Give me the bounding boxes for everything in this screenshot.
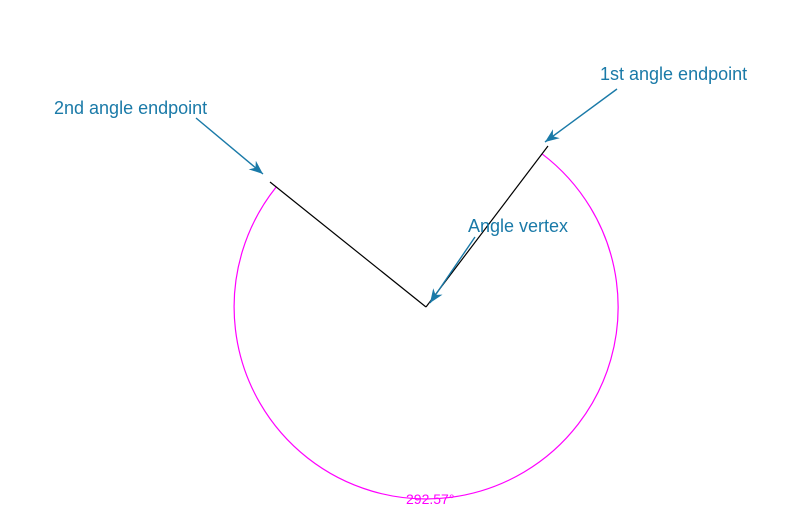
ray-to-endpoint-2 (270, 182, 426, 307)
label-first-endpoint: 1st angle endpoint (600, 64, 747, 85)
leader-vertex (430, 237, 475, 303)
label-second-endpoint: 2nd angle endpoint (54, 98, 207, 119)
dimension-value: 292.57° (406, 491, 454, 507)
leader-endpoint-1 (545, 89, 617, 142)
label-vertex: Angle vertex (468, 216, 568, 237)
dimension-arc (234, 154, 618, 499)
leader-endpoint-2 (196, 118, 263, 174)
